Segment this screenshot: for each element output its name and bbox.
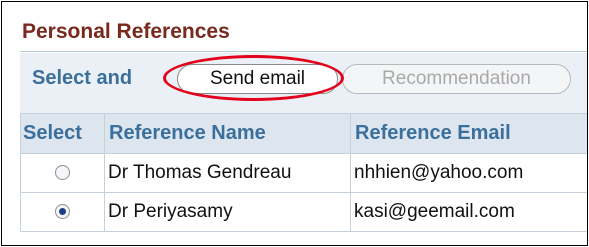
- row-select-radio[interactable]: [55, 204, 70, 220]
- column-header-reference-email[interactable]: Reference Email: [350, 113, 587, 154]
- table-action-bar: Select and Send email Recommendation: [20, 53, 587, 113]
- column-header-select: Select: [20, 113, 105, 154]
- reference-email-cell: nhhien@yahoo.com: [350, 153, 587, 193]
- title-divider: [20, 51, 587, 52]
- column-header-reference-name[interactable]: Reference Name: [104, 113, 351, 154]
- select-cell: [20, 153, 105, 193]
- select-and-label: Select and: [32, 67, 133, 89]
- personal-references-panel: Personal References Select and Send emai…: [1, 1, 588, 246]
- reference-name-cell: Dr Periyasamy: [104, 192, 351, 232]
- references-table: Select Reference Name Reference Email Dr…: [20, 113, 587, 232]
- table-row: Dr Periyasamy kasi@geemail.com: [20, 192, 587, 232]
- recommendation-button[interactable]: Recommendation: [342, 64, 571, 94]
- send-email-button[interactable]: Send email: [177, 64, 338, 94]
- table-header-row: Select Reference Name Reference Email: [20, 113, 587, 154]
- section-title: Personal References: [22, 20, 230, 43]
- select-cell: [20, 192, 105, 232]
- reference-email-cell: kasi@geemail.com: [350, 192, 587, 232]
- row-select-radio[interactable]: [55, 165, 70, 181]
- reference-name-cell: Dr Thomas Gendreau: [104, 153, 351, 193]
- table-row: Dr Thomas Gendreau nhhien@yahoo.com: [20, 153, 587, 193]
